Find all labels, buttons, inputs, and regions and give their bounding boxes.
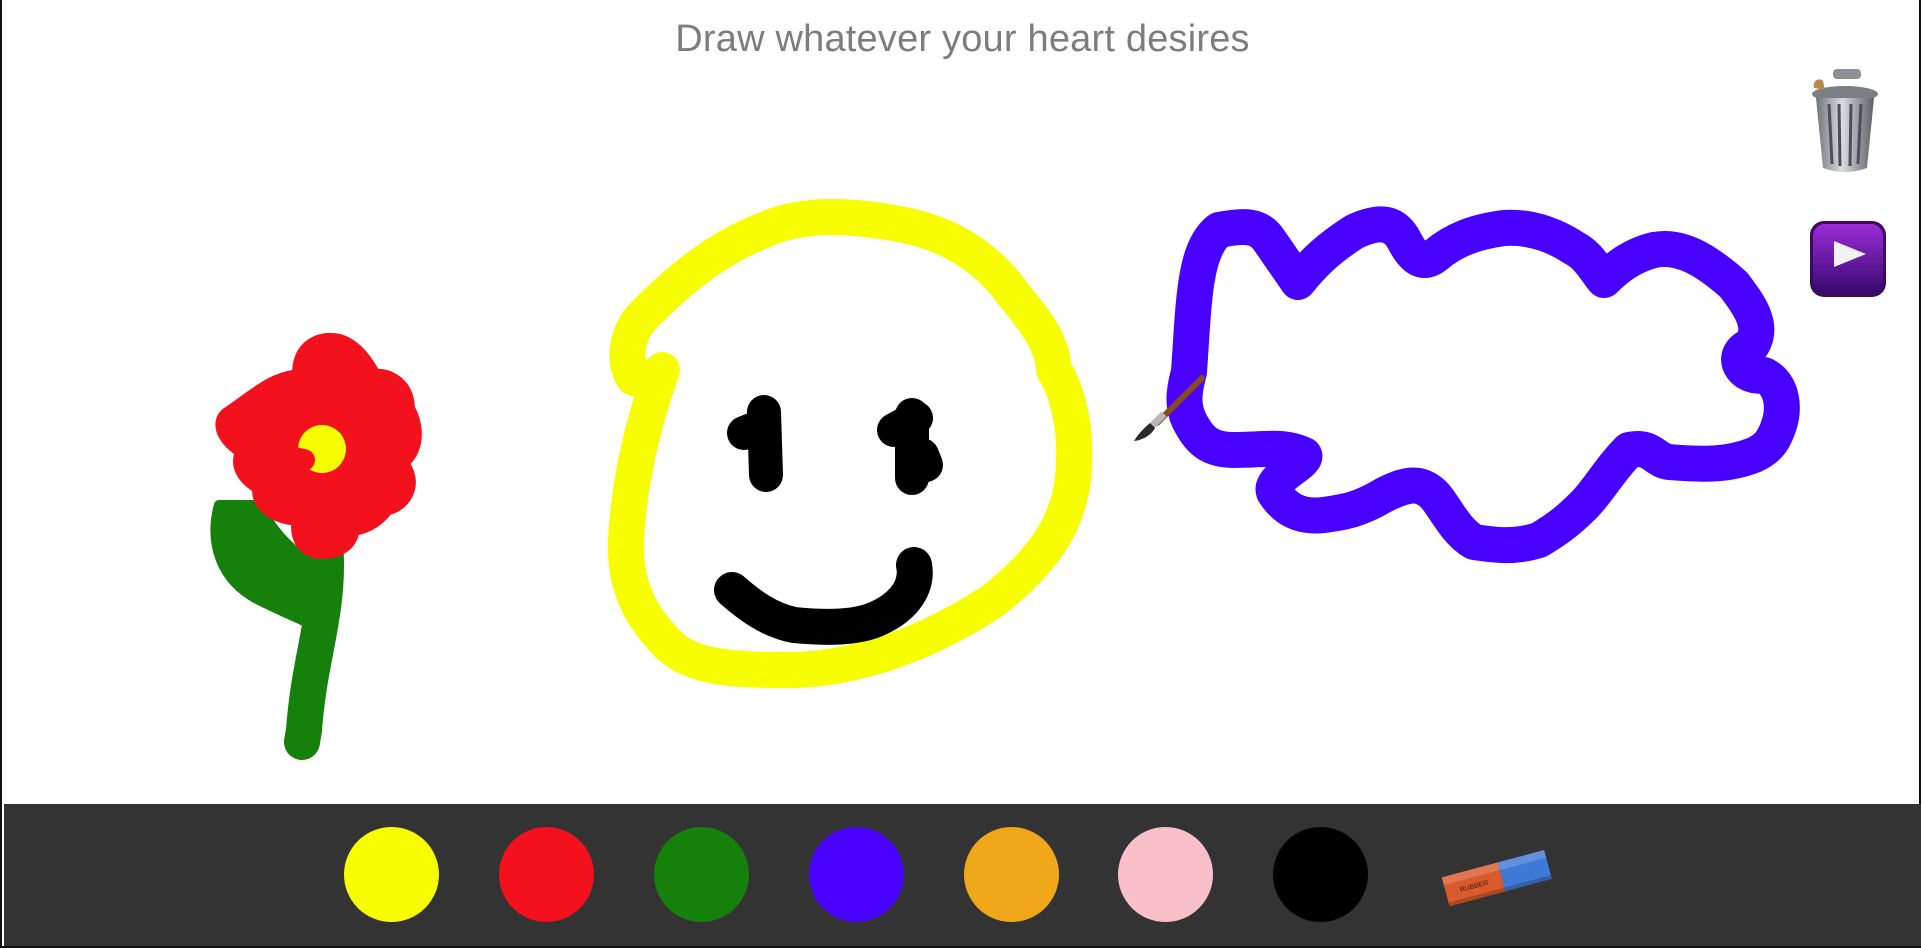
color-swatch-blue[interactable] [809, 827, 904, 922]
color-toolbar [4, 804, 1921, 946]
color-swatch-red[interactable] [499, 827, 594, 922]
color-swatch-yellow[interactable] [344, 827, 439, 922]
play-button[interactable] [1808, 219, 1888, 299]
drawing-flower [210, 332, 422, 760]
color-swatch-orange[interactable] [964, 827, 1059, 922]
drawing-cloud [1166, 206, 1800, 564]
drawing-smiley [607, 199, 1093, 688]
smiley-mouth [714, 547, 933, 645]
drawing-app: Draw whatever your heart desires RUBBER [0, 0, 1921, 948]
trash-can-icon[interactable] [1807, 66, 1883, 174]
smiley-right-eye [877, 398, 943, 495]
smiley-left-eye [727, 395, 783, 492]
cloud-outline [1166, 206, 1800, 564]
smiley-outline [607, 199, 1093, 688]
color-swatch-black[interactable] [1273, 827, 1368, 922]
color-swatch-pink[interactable] [1118, 827, 1213, 922]
drawing-canvas[interactable] [4, 0, 1921, 804]
color-swatch-green[interactable] [654, 827, 749, 922]
eraser-button[interactable]: RUBBER [1437, 835, 1557, 915]
